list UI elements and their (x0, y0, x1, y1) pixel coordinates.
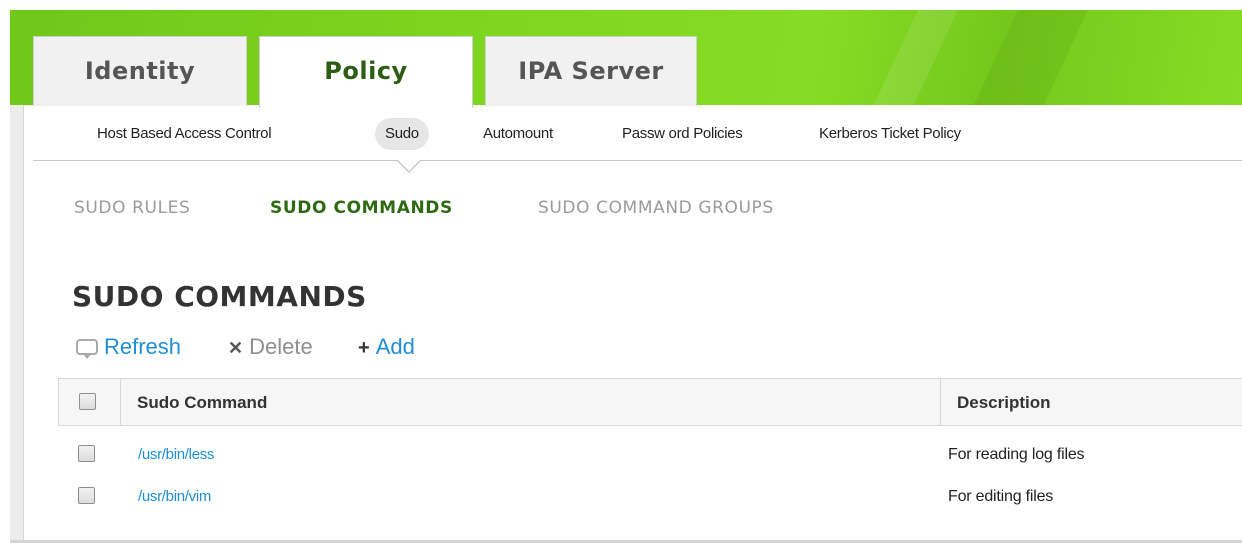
add-button[interactable]: + Add (358, 334, 415, 360)
banner-decoration (852, 10, 968, 105)
delete-label: Delete (249, 334, 313, 359)
subnav-automount[interactable]: Automount (483, 118, 553, 150)
subnav-password-policies[interactable]: Passw ord Policies (622, 118, 743, 150)
close-icon: ✕ (228, 338, 244, 358)
row-checkbox[interactable] (78, 487, 95, 504)
tab-identity[interactable]: Identity (33, 36, 247, 106)
tab-sudo-command-groups[interactable]: SUDO COMMAND GROUPS (538, 198, 774, 218)
tab-sudo-rules[interactable]: SUDO RULES (74, 198, 190, 218)
sudo-command-link[interactable]: /usr/bin/vim (138, 488, 211, 505)
tab-sudo-commands[interactable]: SUDO COMMANDS (270, 198, 453, 218)
tab-ipa-server[interactable]: IPA Server (485, 36, 697, 106)
command-description: For editing files (948, 488, 1054, 505)
subnav-host-based-access-control[interactable]: Host Based Access Control (97, 118, 272, 150)
left-border (10, 105, 24, 543)
row-checkbox[interactable] (78, 445, 95, 462)
sudo-command-link[interactable]: /usr/bin/less (138, 446, 214, 463)
table-row: /usr/bin/less For reading log files (58, 434, 1242, 474)
policy-subnav: Host Based Access Control Sudo Automount… (33, 106, 1242, 161)
banner-decoration (952, 10, 1098, 105)
ipa-web-ui: Identity Policy IPA Server Host Based Ac… (0, 0, 1242, 543)
table-header: Sudo Command Description (58, 378, 1242, 426)
tab-policy[interactable]: Policy (259, 36, 473, 108)
subnav-kerberos-ticket-policy[interactable]: Kerberos Ticket Policy (819, 118, 961, 150)
plus-icon: + (358, 337, 370, 359)
page-title: SUDO COMMANDS (72, 280, 367, 313)
subnav-sudo[interactable]: Sudo (375, 118, 429, 150)
table-row: /usr/bin/vim For editing files (58, 476, 1242, 516)
refresh-icon (76, 339, 98, 359)
active-subnav-indicator (396, 159, 422, 173)
refresh-label: Refresh (104, 334, 182, 359)
command-description: For reading log files (948, 446, 1085, 463)
header-select-cell (59, 379, 121, 426)
delete-button[interactable]: ✕ Delete (228, 334, 313, 360)
select-all-checkbox[interactable] (79, 393, 96, 410)
refresh-button[interactable]: Refresh (76, 334, 181, 360)
column-header-sudo-command[interactable]: Sudo Command (121, 379, 941, 426)
add-label: Add (375, 334, 415, 359)
column-header-description[interactable]: Description (941, 379, 1242, 426)
